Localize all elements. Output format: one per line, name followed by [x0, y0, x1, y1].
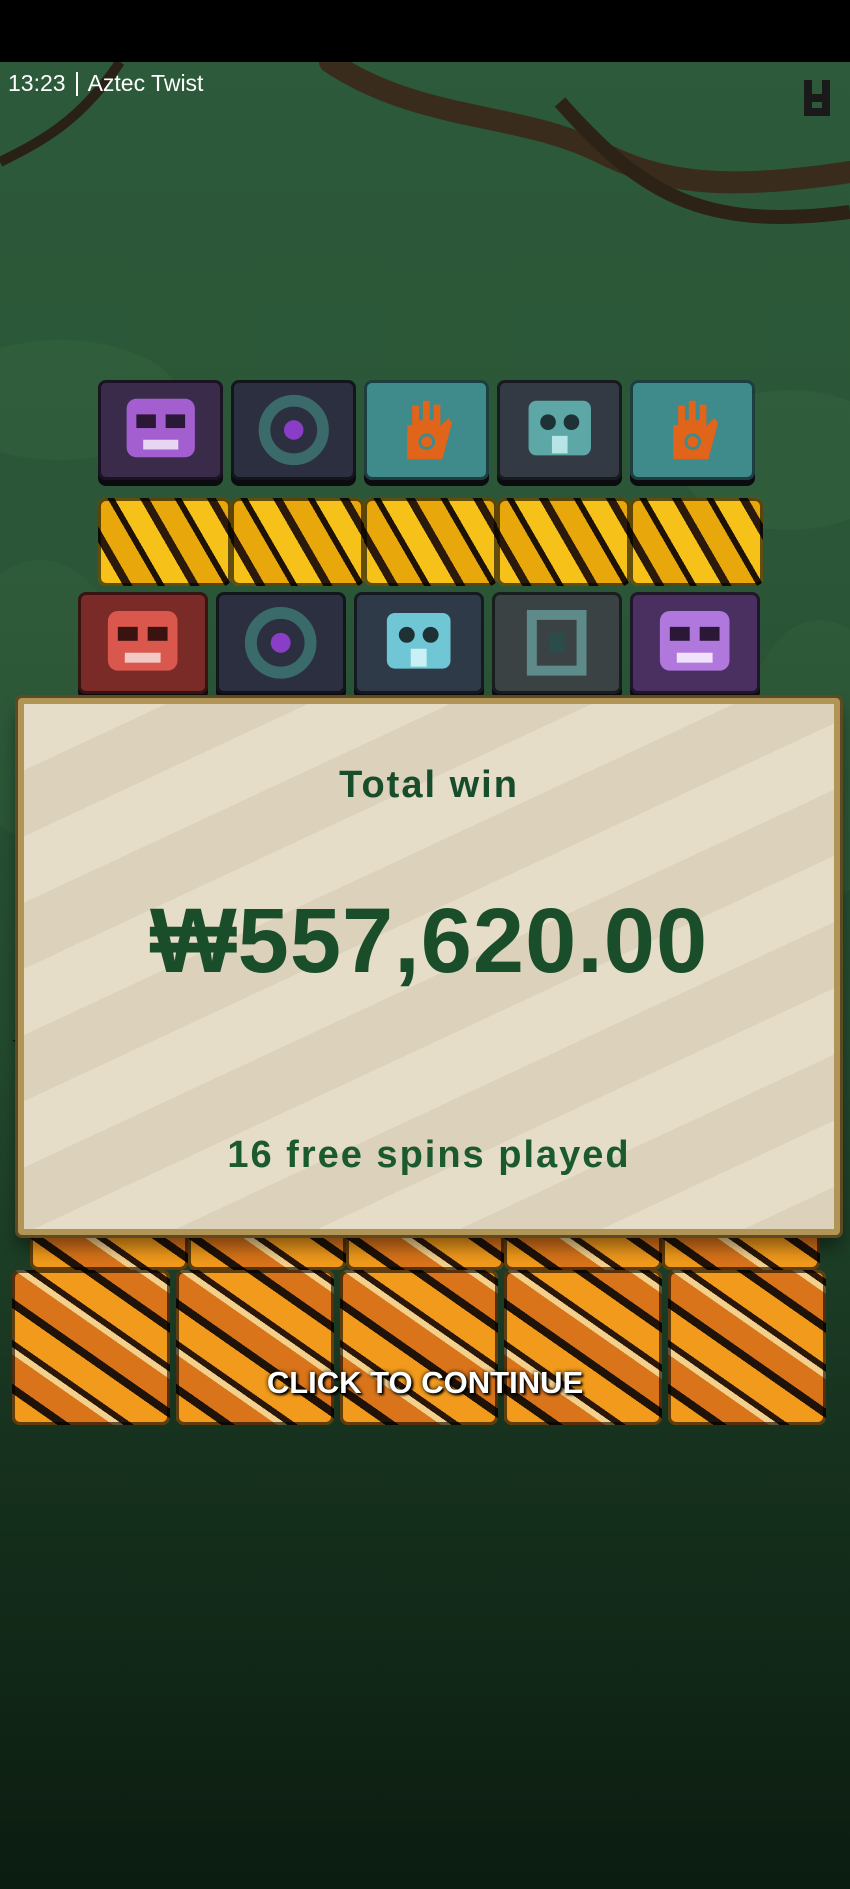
- tile-gold-pattern: [231, 498, 364, 586]
- tile-circle: [231, 380, 356, 480]
- game-title: Aztec Twist: [87, 70, 204, 96]
- tile-orange-pattern: [176, 1270, 334, 1425]
- reel-row-2: [98, 498, 763, 586]
- total-win-amount: ₩557,620.00: [149, 890, 709, 992]
- tile-red-skull: [78, 592, 208, 694]
- tile-purple-skull: [98, 380, 223, 480]
- tile-orange-pattern: [12, 1270, 170, 1425]
- total-win-dialog[interactable]: Total win ₩557,620.00 16 free spins play…: [18, 698, 840, 1235]
- reel-row-1: [98, 380, 755, 480]
- skull-icon: [126, 398, 195, 458]
- mask-icon: [387, 613, 451, 669]
- separator: [75, 71, 78, 96]
- tile-orange-pattern: [340, 1270, 498, 1425]
- reel-row-4: [30, 1230, 820, 1270]
- tile-orange-pattern: [504, 1230, 662, 1270]
- skull-icon: [660, 611, 730, 671]
- tile-orange-pattern: [188, 1230, 346, 1270]
- tile-orange-pattern: [662, 1230, 820, 1270]
- status-bar: [0, 0, 850, 62]
- tile-orange-pattern: [30, 1230, 188, 1270]
- mask-icon: [528, 400, 591, 456]
- tile-circle: [216, 592, 346, 694]
- skull-icon: [108, 611, 178, 671]
- reel-row-3: [78, 592, 760, 694]
- tile-orange-pattern: [346, 1230, 504, 1270]
- hand-icon: [673, 400, 718, 460]
- brand-logo-icon: [804, 80, 830, 116]
- ring-icon: [258, 394, 329, 466]
- tile-teal-mask: [497, 380, 622, 480]
- app-header: 13:23 Aztec Twist: [8, 70, 203, 97]
- tile-purple-skull: [630, 592, 760, 694]
- tile-gold-pattern: [497, 498, 630, 586]
- total-win-title: Total win: [339, 764, 519, 806]
- tile-orange-pattern: [668, 1270, 826, 1425]
- free-spins-played-label: 16 free spins played: [227, 1134, 631, 1176]
- tile-hand: [364, 380, 489, 480]
- square-icon: [527, 610, 587, 676]
- tile-teal-mask: [354, 592, 484, 694]
- tile-gold-pattern: [630, 498, 763, 586]
- clock: 13:23: [8, 70, 66, 96]
- tile-orange-pattern: [504, 1270, 662, 1425]
- hand-icon: [407, 400, 452, 460]
- tile-gold-pattern: [98, 498, 231, 586]
- ring-icon: [245, 607, 317, 679]
- reel-row-5: [12, 1270, 826, 1425]
- tile-gold-pattern: [364, 498, 497, 586]
- click-to-continue-button[interactable]: CLICK TO CONTINUE: [0, 1365, 850, 1401]
- tile-hand: [630, 380, 755, 480]
- tile-square: [492, 592, 622, 694]
